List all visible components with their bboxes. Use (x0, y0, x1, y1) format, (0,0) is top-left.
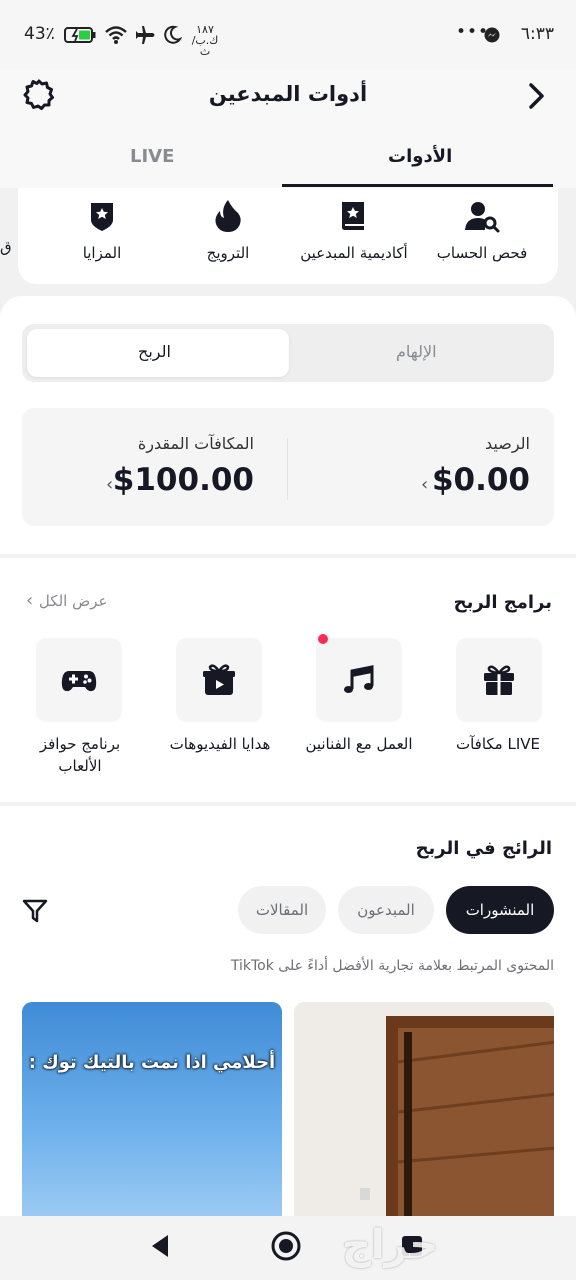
wifi-icon (105, 26, 127, 44)
trending-description: المحتوى المرتبط بعلامة تجارية الأفضل أدا… (230, 958, 554, 974)
door-scene-image (294, 1002, 554, 1216)
tool-label: الترويج (206, 244, 250, 262)
program-label: هدايا الفيديوهات (169, 735, 271, 753)
see-all-label: عرض الكل (38, 592, 108, 610)
flame-icon (215, 200, 241, 232)
battery-icon (64, 27, 96, 43)
balance-divider (287, 438, 288, 500)
filter-creators[interactable]: المبدعون (338, 886, 434, 934)
back-chevron-icon[interactable] (524, 82, 548, 110)
program-label: العمل مع الفنانين (305, 735, 413, 753)
tool-partial-label: ق (0, 238, 12, 256)
estimated-rewards-label: المكافآت المقدرة (137, 434, 254, 453)
tool-label: فحص الحساب (436, 244, 528, 262)
balance-label: الرصيد (485, 434, 530, 453)
moon-icon (164, 25, 182, 44)
gift-play-icon (203, 664, 235, 695)
estimated-rewards-value[interactable]: $100.00 (113, 462, 254, 498)
nav-back-icon[interactable] (148, 1232, 172, 1260)
person-search-icon (465, 202, 500, 233)
balance-chevron-icon[interactable]: ‹ (421, 474, 428, 495)
more-dots-icon: ••• (456, 22, 490, 42)
thumbnail-sky[interactable]: أحلامي اذا نمت بالتيك توك : (22, 1002, 282, 1216)
balance-value[interactable]: $0.00 (432, 462, 530, 498)
system-nav-bar: حراج (0, 1216, 576, 1280)
tool-label: أكاديمية المبدعين (300, 244, 408, 262)
status-time: ٦:٣٣ (520, 24, 554, 44)
program-label: برنامج حوافز الألعاب (39, 735, 121, 775)
network-speed: ١٨٧ ك.ب/ث (191, 23, 219, 58)
program-video-gifts[interactable] (176, 638, 262, 722)
tool-label: المزايا (82, 244, 122, 262)
nav-home-icon[interactable] (270, 1230, 302, 1262)
shield-star-icon (91, 203, 113, 231)
program-game-incentives[interactable] (36, 638, 122, 722)
tab-tools[interactable]: الأدوات (388, 146, 452, 167)
rewards-chevron-icon[interactable]: ‹ (106, 474, 113, 495)
status-bar: ٦:٣٣ ••• 43٪ ١٨٧ ك.ب/ث (0, 0, 576, 70)
program-artists[interactable] (316, 638, 402, 722)
gift-icon (484, 665, 514, 695)
segment-inspiration[interactable]: الإلهام (396, 342, 437, 361)
program-live-rewards[interactable] (456, 638, 542, 722)
filter-posts[interactable]: المنشورات (446, 886, 554, 934)
thumbnail-door[interactable] (294, 1002, 554, 1216)
chevron-left-icon: ‹ (26, 590, 39, 611)
tool-promote[interactable]: الترويج (158, 198, 298, 262)
tab-live[interactable]: LIVE (130, 146, 174, 167)
trending-title: الرائج في الربح (415, 838, 552, 859)
tool-benefits[interactable]: المزايا (32, 198, 172, 262)
new-badge-dot (318, 634, 328, 644)
active-tab-indicator (282, 184, 553, 187)
battery-percent: 43٪ (24, 24, 55, 44)
page-title: أدوات المبدعين (208, 82, 368, 106)
tool-account-check[interactable]: فحص الحساب (412, 198, 552, 262)
haraj-watermark: حراج (342, 1222, 439, 1268)
segment-earnings[interactable]: الربح (138, 342, 171, 361)
airplane-icon (136, 26, 155, 44)
music-notes-icon (344, 665, 374, 693)
see-all-link[interactable]: ‹ عرض الكل (26, 590, 107, 611)
book-star-icon (342, 202, 364, 230)
filter-articles[interactable]: المقالات (238, 886, 326, 934)
thumbnail-caption: أحلامي اذا نمت بالتيك توك : (28, 1052, 276, 1073)
gamepad-icon (61, 671, 97, 692)
tool-creator-academy[interactable]: أكاديمية المبدعين (284, 198, 424, 262)
program-label: مكافآت LIVE (455, 735, 541, 753)
programs-title: برامج الربح (453, 592, 552, 613)
filter-funnel-icon[interactable] (22, 898, 48, 924)
